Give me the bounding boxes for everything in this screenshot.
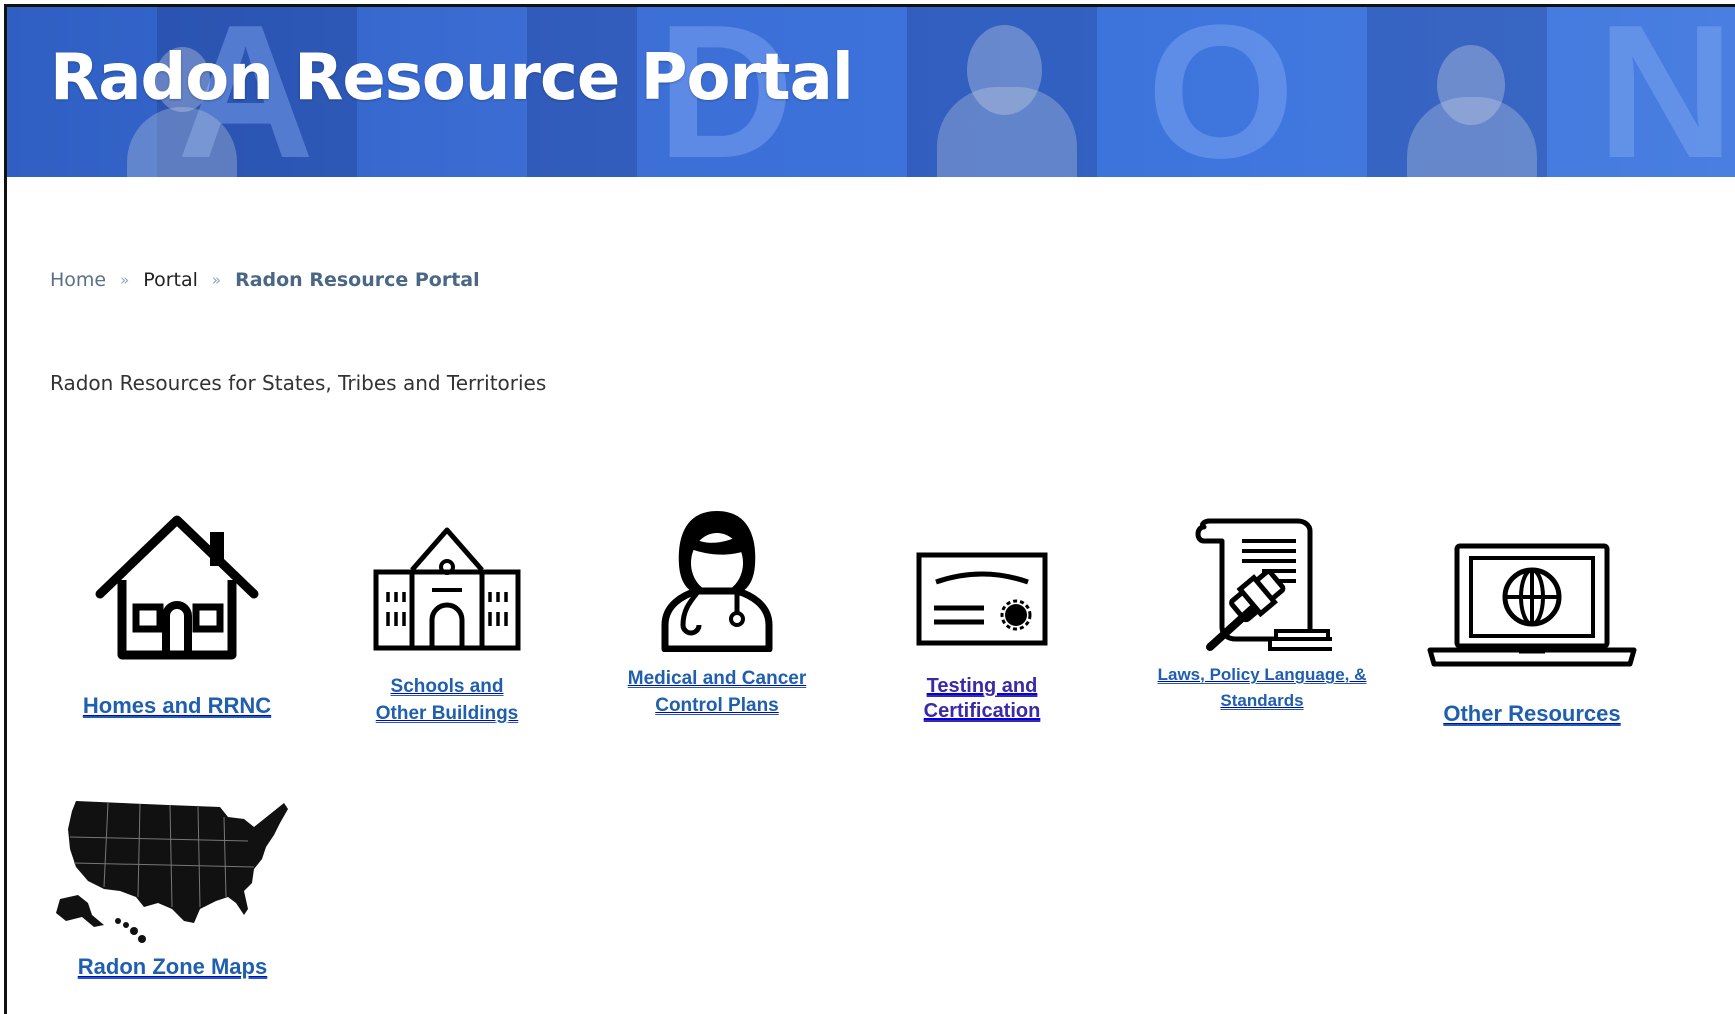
- breadcrumb-separator: »: [211, 271, 222, 289]
- tile-other-resources[interactable]: Other Resources: [1422, 542, 1642, 729]
- doctor-icon: [661, 511, 773, 652]
- tile-label-line2: Other Buildings: [375, 702, 519, 724]
- certificate-icon: [916, 552, 1048, 646]
- tile-label-line1: Medical and Cancer: [627, 668, 807, 689]
- tile-testing-certification[interactable]: Testing and Certification: [877, 552, 1087, 724]
- breadcrumb: Home » Portal » Radon Resource Portal: [50, 269, 480, 291]
- tile-laws-policy[interactable]: Laws, Policy Language, & Standards: [1137, 517, 1387, 715]
- tile-label-line2: Control Plans: [655, 694, 779, 716]
- banner-letter: N: [1597, 7, 1735, 177]
- school-building-icon: [373, 527, 521, 651]
- tile-label-line2: Certification: [923, 700, 1041, 722]
- breadcrumb-current: Radon Resource Portal: [235, 269, 480, 291]
- breadcrumb-home-link[interactable]: Home: [50, 269, 106, 291]
- tile-label-line1: Schools and: [390, 676, 504, 697]
- tile-schools[interactable]: Schools and Other Buildings: [337, 522, 557, 728]
- banner-letter: O: [1147, 7, 1295, 177]
- us-map-icon: [55, 801, 288, 943]
- tile-label: Homes and RRNC: [82, 693, 272, 718]
- tile-homes-rrnc[interactable]: Homes and RRNC: [62, 512, 292, 721]
- page-frame: A D O N Radon Resource Portal Home » Por…: [4, 4, 1735, 1014]
- tile-label-line1: Testing and: [926, 675, 1038, 697]
- tile-label-line1: Laws, Policy Language, &: [1157, 665, 1367, 684]
- laptop-globe-icon: [1427, 543, 1637, 667]
- section-subtitle: Radon Resources for States, Tribes and T…: [50, 371, 547, 395]
- breadcrumb-separator: »: [120, 271, 130, 289]
- hero-banner: A D O N Radon Resource Portal: [7, 7, 1735, 177]
- tile-medical[interactable]: Medical and Cancer Control Plans: [602, 507, 832, 720]
- house-icon: [95, 515, 259, 660]
- tile-label: Radon Zone Maps: [77, 954, 268, 979]
- gavel-scroll-icon: [1195, 518, 1332, 651]
- page-title: Radon Resource Portal: [50, 41, 854, 115]
- banner-person-head: [967, 25, 1042, 115]
- tile-label: Other Resources: [1443, 701, 1621, 726]
- banner-person-head: [1437, 45, 1505, 125]
- tile-label-line2: Standards: [1220, 691, 1304, 711]
- tile-radon-zone-maps[interactable]: Radon Zone Maps: [45, 797, 300, 982]
- breadcrumb-portal-link[interactable]: Portal: [143, 269, 198, 291]
